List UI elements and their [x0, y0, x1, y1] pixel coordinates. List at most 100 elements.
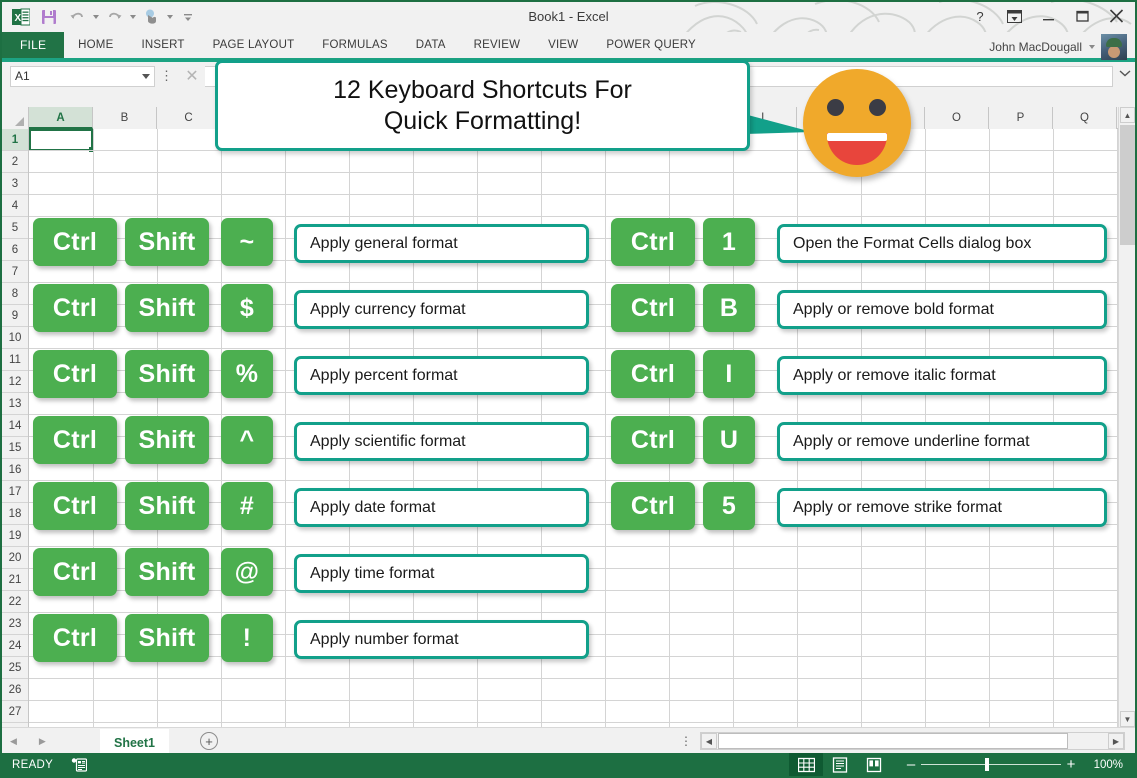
grid-row-line — [29, 414, 1135, 415]
row-header-3[interactable]: 3 — [2, 173, 28, 195]
scroll-right-icon[interactable]: ▶ — [1108, 733, 1124, 749]
key-left-4-0: Ctrl — [33, 482, 117, 530]
row-header-12[interactable]: 12 — [2, 371, 28, 393]
tab-page-layout[interactable]: PAGE LAYOUT — [199, 32, 309, 58]
zoom-slider[interactable] — [921, 758, 1061, 771]
row-header-25[interactable]: 25 — [2, 657, 28, 679]
record-macro-icon[interactable] — [71, 757, 88, 772]
tab-review[interactable]: REVIEW — [460, 32, 535, 58]
column-header-p[interactable]: P — [989, 107, 1053, 129]
row-header-5[interactable]: 5 — [2, 217, 28, 239]
zoom-in-button[interactable]: + — [1061, 756, 1081, 773]
select-all-corner[interactable] — [2, 107, 29, 129]
user-account[interactable]: John MacDougall — [989, 34, 1127, 60]
grid-row-line — [29, 348, 1135, 349]
zoom-slider-thumb[interactable] — [985, 758, 989, 771]
row-header-24[interactable]: 24 — [2, 635, 28, 657]
row-header-17[interactable]: 17 — [2, 481, 28, 503]
vertical-scrollbar[interactable]: ▲ ▼ — [1118, 107, 1135, 727]
row-header-2[interactable]: 2 — [2, 151, 28, 173]
row-header-18[interactable]: 18 — [2, 503, 28, 525]
ribbon-display-options-icon[interactable] — [1003, 6, 1025, 26]
grid-row-line — [29, 700, 1135, 701]
row-header-7[interactable]: 7 — [2, 261, 28, 283]
sheet-tab-split-handle[interactable]: ⋮ — [680, 728, 692, 754]
selected-cell[interactable] — [29, 129, 94, 152]
zoom-level[interactable]: 100% — [1081, 759, 1135, 771]
row-header-6[interactable]: 6 — [2, 239, 28, 261]
row-header-23[interactable]: 23 — [2, 613, 28, 635]
page-layout-view-button[interactable] — [823, 753, 857, 776]
tab-formulas[interactable]: FORMULAS — [308, 32, 402, 58]
row-header-27[interactable]: 27 — [2, 701, 28, 723]
name-box-value: A1 — [15, 69, 30, 83]
scroll-left-icon[interactable]: ◀ — [701, 733, 717, 749]
window-buttons[interactable]: ? — [969, 6, 1127, 26]
key-right-4-0: Ctrl — [611, 482, 695, 530]
key-left-1-2: $ — [221, 284, 273, 332]
cancel-icon[interactable]: ✕ — [179, 65, 205, 87]
row-header-19[interactable]: 19 — [2, 525, 28, 547]
tab-view[interactable]: VIEW — [534, 32, 592, 58]
grid-row-line — [29, 172, 1135, 173]
tab-insert[interactable]: INSERT — [127, 32, 198, 58]
tab-data[interactable]: DATA — [402, 32, 460, 58]
row-header-21[interactable]: 21 — [2, 569, 28, 591]
status-bar-right[interactable]: – + 100% — [789, 753, 1135, 776]
zoom-out-button[interactable]: – — [901, 756, 921, 773]
smiley-face-icon — [803, 69, 911, 177]
row-header-20[interactable]: 20 — [2, 547, 28, 569]
row-header-14[interactable]: 14 — [2, 415, 28, 437]
column-header-c[interactable]: C — [157, 107, 221, 129]
ribbon-tabs[interactable]: FILE HOME INSERT PAGE LAYOUT FORMULAS DA… — [2, 32, 710, 58]
close-button[interactable] — [1105, 6, 1127, 26]
sheet-nav-arrows[interactable]: ◀ ▶ — [10, 728, 46, 754]
row-header-4[interactable]: 4 — [2, 195, 28, 217]
row-header-26[interactable]: 26 — [2, 679, 28, 701]
horizontal-scroll-thumb[interactable] — [718, 733, 1068, 749]
row-headers[interactable]: 1 2 3 4 5 6 7 8 9 10 11 12 13 14 15 16 17 18 19 20 21 22 23 24 2… — [2, 129, 29, 727]
user-dropdown-icon[interactable] — [1089, 45, 1095, 49]
row-header-15[interactable]: 15 — [2, 437, 28, 459]
column-header-o[interactable]: O — [925, 107, 989, 129]
key-left-4-2: # — [221, 482, 273, 530]
column-header-q[interactable]: Q — [1053, 107, 1117, 129]
row-header-9[interactable]: 9 — [2, 305, 28, 327]
tab-home[interactable]: HOME — [64, 32, 127, 58]
help-button[interactable]: ? — [969, 6, 991, 26]
name-box[interactable]: A1 — [10, 65, 155, 87]
column-header-b[interactable]: B — [93, 107, 157, 129]
minimize-button[interactable] — [1037, 6, 1059, 26]
row-header-13[interactable]: 13 — [2, 393, 28, 415]
avatar[interactable] — [1101, 34, 1127, 60]
row-header-1[interactable]: 1 — [2, 129, 28, 151]
row-header-8[interactable]: 8 — [2, 283, 28, 305]
row-header-11[interactable]: 11 — [2, 349, 28, 371]
grid-row-line — [29, 480, 1135, 481]
normal-view-button[interactable] — [789, 753, 823, 776]
grid-row-line — [29, 612, 1135, 613]
sheet-prev-icon[interactable]: ◀ — [10, 736, 17, 747]
desc-left-2: Apply percent format — [294, 356, 589, 395]
vertical-scroll-thumb[interactable] — [1120, 125, 1135, 245]
name-box-dropdown-icon[interactable] — [142, 73, 150, 79]
scroll-down-icon[interactable]: ▼ — [1120, 711, 1135, 727]
sheet-tab-sheet1[interactable]: Sheet1 — [100, 729, 169, 754]
maximize-button[interactable] — [1071, 6, 1093, 26]
tab-file[interactable]: FILE — [2, 32, 65, 58]
page-break-preview-button[interactable] — [857, 753, 891, 776]
column-header-a[interactable]: A — [29, 107, 93, 129]
row-header-16[interactable]: 16 — [2, 459, 28, 481]
callout-line-1: 12 Keyboard Shortcuts For — [333, 76, 632, 104]
sheet-next-icon[interactable]: ▶ — [39, 736, 46, 747]
horizontal-scrollbar[interactable]: ◀ ▶ — [700, 732, 1125, 750]
zoom-control[interactable]: – + — [901, 756, 1081, 773]
row-header-22[interactable]: 22 — [2, 591, 28, 613]
chevron-down-icon[interactable] — [1119, 68, 1131, 80]
add-sheet-button[interactable]: + — [200, 732, 218, 750]
key-right-2-1: I — [703, 350, 755, 398]
desc-left-5: Apply time format — [294, 554, 589, 593]
scroll-up-icon[interactable]: ▲ — [1120, 107, 1135, 123]
row-header-10[interactable]: 10 — [2, 327, 28, 349]
tab-power-query[interactable]: POWER QUERY — [592, 32, 710, 58]
